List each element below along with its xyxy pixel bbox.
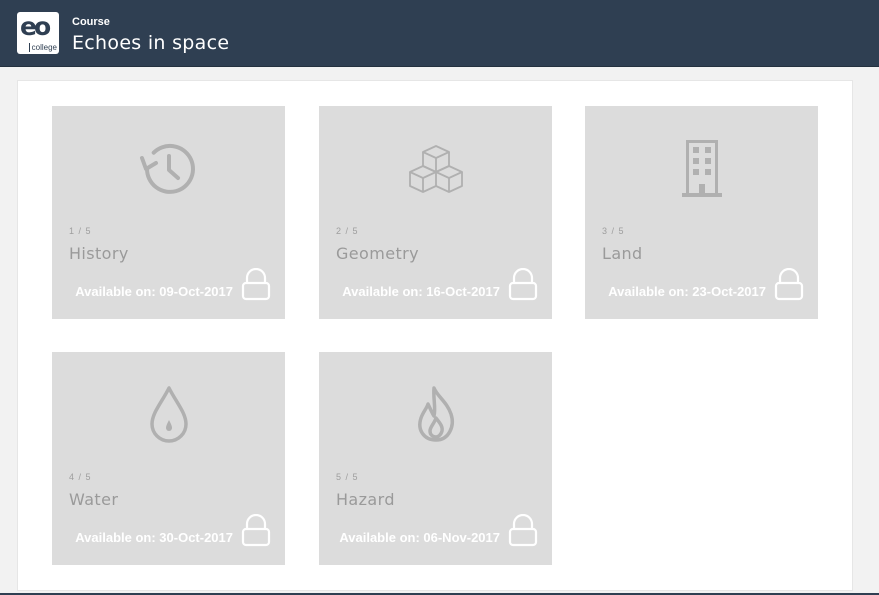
unit-card-water[interactable]: 4 / 5 Water Available on: 30-Oct-2017 <box>52 352 285 565</box>
unit-title: Hazard <box>336 490 395 509</box>
college-logo[interactable]: eo college <box>17 12 59 54</box>
unit-title: History <box>69 244 129 263</box>
section-label: Course <box>72 16 110 28</box>
lock-icon <box>508 514 538 547</box>
unit-index: 1 / 5 <box>69 226 92 236</box>
logo-letters: eo <box>20 12 51 41</box>
unit-availability: Available on: 09-Oct-2017 <box>75 284 233 299</box>
unit-title: Geometry <box>336 244 419 263</box>
unit-availability: Available on: 06-Nov-2017 <box>339 530 500 545</box>
unit-title: Water <box>69 490 119 509</box>
top-bar: eo college Course Echoes in space <box>0 0 879 67</box>
page-title: Echoes in space <box>72 32 230 54</box>
lock-icon <box>508 268 538 301</box>
fire-icon <box>319 382 552 448</box>
unit-availability: Available on: 23-Oct-2017 <box>608 284 766 299</box>
unit-availability: Available on: 30-Oct-2017 <box>75 530 233 545</box>
water-drop-icon <box>52 382 285 448</box>
unit-card-hazard[interactable]: 5 / 5 Hazard Available on: 06-Nov-2017 <box>319 352 552 565</box>
unit-availability: Available on: 16-Oct-2017 <box>342 284 500 299</box>
unit-index: 2 / 5 <box>336 226 359 236</box>
unit-index: 4 / 5 <box>69 472 92 482</box>
lock-icon <box>774 268 804 301</box>
unit-title: Land <box>602 244 643 263</box>
unit-card-land[interactable]: 3 / 5 Land Available on: 23-Oct-2017 <box>585 106 818 319</box>
unit-index: 5 / 5 <box>336 472 359 482</box>
unit-card-geometry[interactable]: 2 / 5 Geometry Available on: 16-Oct-2017 <box>319 106 552 319</box>
building-icon <box>585 136 818 202</box>
units-panel: 1 / 5 History Available on: 09-Oct-2017 <box>17 80 853 591</box>
history-icon <box>52 136 285 202</box>
cubes-icon <box>319 136 552 202</box>
unit-card-history[interactable]: 1 / 5 History Available on: 09-Oct-2017 <box>52 106 285 319</box>
logo-word: college <box>28 43 57 52</box>
unit-index: 3 / 5 <box>602 226 625 236</box>
lock-icon <box>241 514 271 547</box>
lock-icon <box>241 268 271 301</box>
